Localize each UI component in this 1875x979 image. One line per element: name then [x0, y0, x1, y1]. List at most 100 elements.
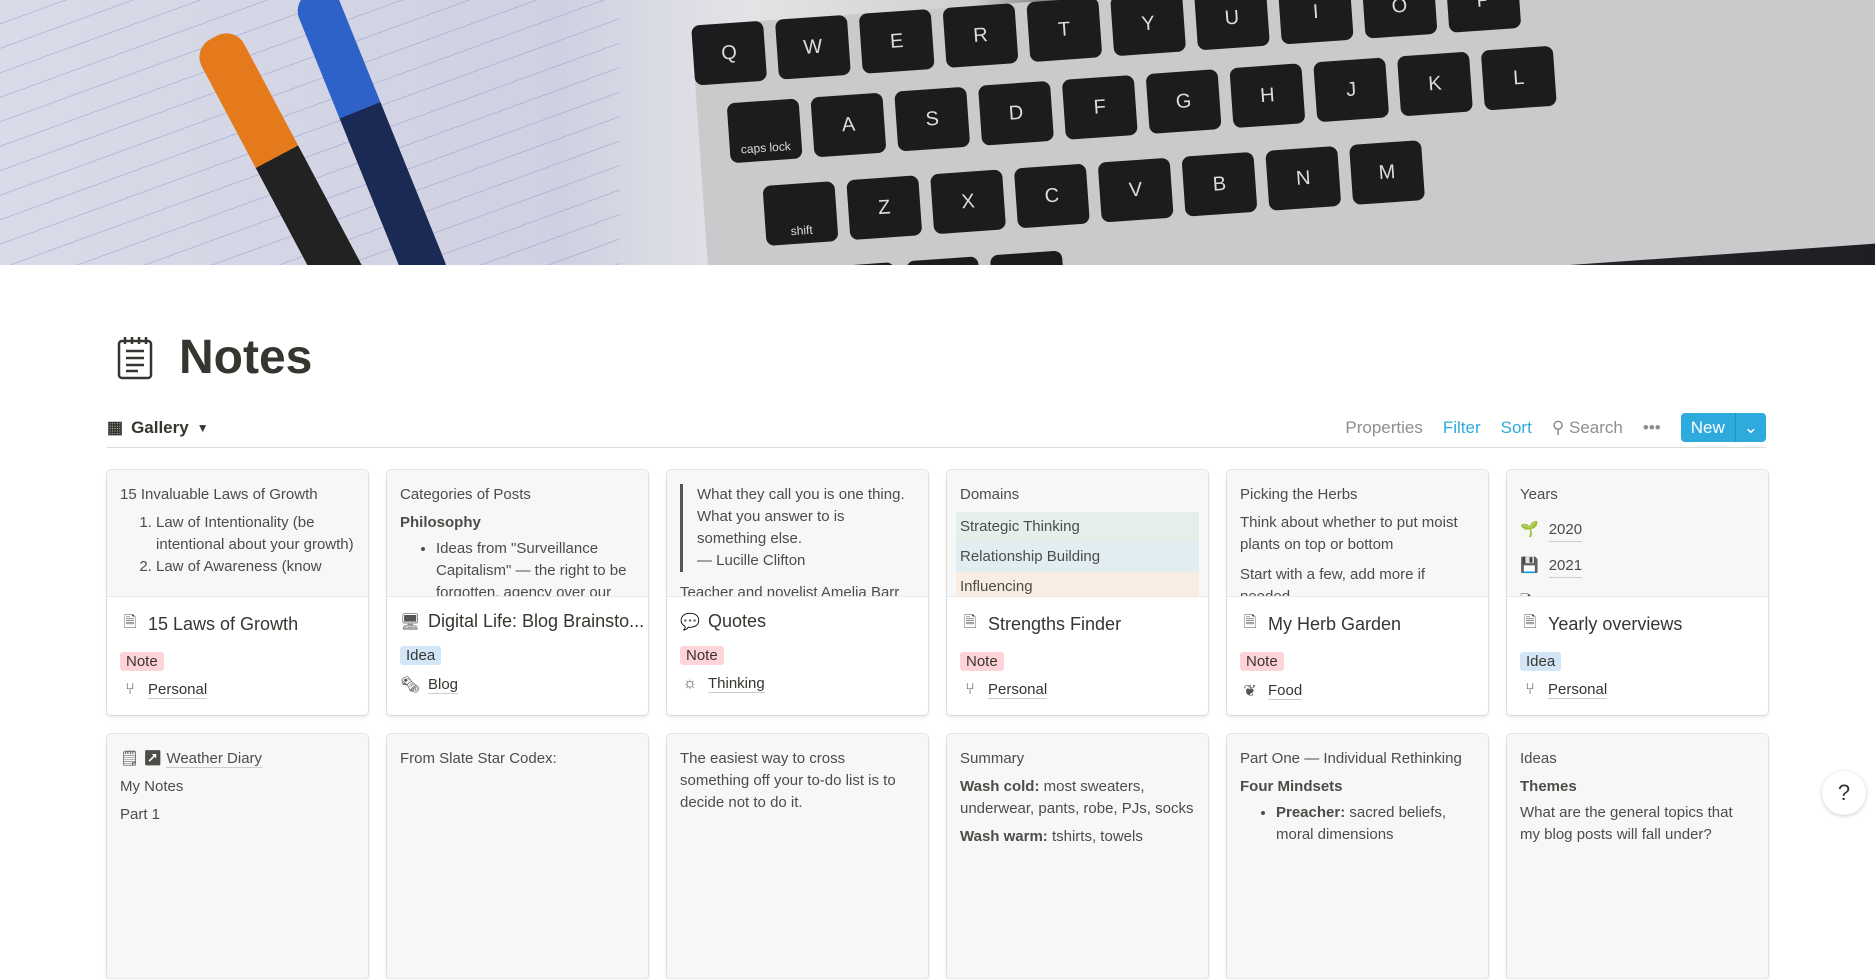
category-link[interactable]: Personal — [1548, 681, 1608, 699]
computer-icon: 🖥 — [400, 613, 421, 631]
notepad-icon: 🗒 — [120, 750, 140, 767]
filter-button[interactable]: Filter — [1443, 418, 1481, 438]
new-button-group: New ⌄ — [1680, 413, 1766, 442]
page-icon: 🗎 — [123, 614, 137, 631]
bold-text: Preacher: — [1276, 804, 1346, 821]
link-label: Weather Diary — [166, 750, 263, 768]
gallery-card[interactable]: Domains Strategic Thinking Relationship Bu… — [947, 470, 1208, 715]
preview-line: Summary — [960, 750, 1025, 767]
view-switcher[interactable]: ▦ Gallery ▼ — [107, 418, 209, 438]
preview-row: Influencing — [956, 572, 1199, 596]
share-icon: ⑂ — [965, 681, 975, 698]
preview-heading: Picking the Herbs — [1240, 486, 1358, 503]
preview-list-item: Law of Awareness (know — [156, 556, 355, 578]
year-icon: 💾 — [1520, 557, 1539, 574]
gallery-card[interactable]: Ideas Themes What are the general topics t… — [1507, 734, 1768, 979]
preview-subheading: Four Mindsets — [1240, 778, 1343, 795]
preview-text: What are the general topics that my blog… — [1520, 804, 1733, 843]
gallery-card[interactable]: Years 🌱 2020 💾 2021 🗋2022 🗎 Yearly overviews I… — [1507, 470, 1768, 715]
preview-line: Ideas — [1520, 750, 1557, 767]
key: caps lock — [726, 98, 803, 164]
type-tag: Note — [1240, 652, 1284, 671]
view-label: Gallery — [131, 417, 189, 437]
gallery-card[interactable]: Summary Wash cold: most sweaters, underwe… — [947, 734, 1208, 979]
preview-line: Part One — Individual Rethinking — [1240, 750, 1462, 767]
preview-heading: Categories of Posts — [400, 486, 531, 503]
card-preview: Domains Strategic Thinking Relationship Bu… — [947, 470, 1208, 597]
key: I — [1277, 0, 1354, 45]
gallery-grid: 15 Invaluable Laws of Growth Law of Inten… — [107, 470, 1768, 979]
key: shift — [762, 181, 839, 246]
speech-bubble-icon: 💬 — [680, 613, 700, 631]
card-preview: Picking the Herbs Think about whether to … — [1227, 470, 1488, 597]
gallery-card[interactable]: 🗒 ↗ Weather Diary My Notes Part 1 — [107, 734, 368, 979]
key: control — [822, 262, 899, 265]
page-title: Notes — [179, 331, 313, 384]
herb-icon: ❦ — [1243, 683, 1257, 700]
category-link[interactable]: Personal — [988, 681, 1048, 699]
preview-subheading: Philosophy — [400, 514, 481, 531]
preview-line: My Notes — [120, 778, 184, 795]
card-preview: Categories of Posts Philosophy Ideas from … — [387, 470, 648, 597]
sort-button[interactable]: Sort — [1501, 418, 1532, 438]
properties-button[interactable]: Properties — [1345, 418, 1422, 438]
page-icon: 🗎 — [963, 614, 977, 631]
key: Y — [1110, 0, 1187, 57]
year-label: 2020 — [1548, 519, 1583, 542]
key: R — [942, 3, 1019, 68]
key: M — [1349, 140, 1426, 205]
more-button[interactable]: ••• — [1643, 418, 1661, 438]
key: F — [1061, 74, 1138, 140]
preview-heading: Domains — [960, 486, 1020, 503]
notepad-icon — [117, 336, 153, 379]
category-link[interactable]: Food — [1268, 682, 1303, 700]
preview-line: Part 1 — [120, 806, 161, 823]
preview-bullet: Ideas from "Surveillance Capitalism" — t… — [436, 538, 635, 596]
gallery-icon: ▦ — [107, 417, 124, 437]
key: A — [810, 92, 887, 158]
gallery-card[interactable]: Part One — Individual Rethinking Four Min… — [1227, 734, 1488, 979]
gallery-card[interactable]: What they call you is one thing. What yo… — [667, 470, 928, 715]
year-link[interactable]: 🌱 2020 — [1520, 512, 1755, 548]
new-dropdown-chevron-icon[interactable]: ⌄ — [1734, 413, 1766, 442]
card-preview: Ideas Themes What are the general topics t… — [1507, 734, 1768, 979]
card-preview: 🗒 ↗ Weather Diary My Notes Part 1 — [107, 734, 368, 979]
gallery-card[interactable]: From Slate Star Codex: — [387, 734, 648, 979]
preview-paragraph: Start with a few, add more if needed — [1240, 566, 1426, 597]
type-tag: Idea — [400, 646, 442, 665]
keyboard: QWERTYUIOPcaps lockASDFGHJKLshiftZXCVBNM… — [691, 0, 1875, 265]
new-button[interactable]: New — [1681, 413, 1735, 442]
key: O — [1361, 0, 1438, 39]
category-link[interactable]: Thinking — [708, 675, 765, 693]
category-link[interactable]: Blog — [428, 676, 459, 694]
key: H — [1229, 63, 1306, 129]
database-toolbar: ▦ Gallery ▼ Properties Filter Sort ⚲ Sea… — [107, 408, 1766, 448]
category-link[interactable]: Personal — [148, 681, 208, 699]
gallery-card[interactable]: 15 Invaluable Laws of Growth Law of Inten… — [107, 470, 368, 715]
gallery-card[interactable]: Picking the Herbs Think about whether to … — [1227, 470, 1488, 715]
help-button[interactable]: ? — [1822, 771, 1866, 815]
preview-text: tshirts, towels — [1047, 828, 1143, 845]
lightbulb-icon: ☼ — [682, 675, 698, 692]
key: E — [858, 8, 935, 74]
type-tag: Idea — [1520, 652, 1562, 671]
key: S — [894, 86, 971, 152]
card-preview: What they call you is one thing. What yo… — [667, 470, 928, 597]
year-link[interactable]: 🗋2022 — [1520, 584, 1755, 597]
card-preview: Part One — Individual Rethinking Four Min… — [1227, 734, 1488, 979]
key: B — [1181, 151, 1258, 217]
key: command — [989, 250, 1066, 265]
key: C — [1013, 163, 1090, 229]
key: option — [906, 256, 983, 265]
cover-image: QWERTYUIOPcaps lockASDFGHJKLshiftZXCVBNM… — [0, 0, 1875, 265]
type-tag: Note — [960, 652, 1004, 671]
preview-list-item: Law of Intentionality (be intentional ab… — [156, 512, 355, 556]
page-icon: 🗎 — [1523, 614, 1537, 631]
gallery-card[interactable]: The easiest way to cross something off y… — [667, 734, 928, 979]
year-link[interactable]: 💾 2021 — [1520, 548, 1755, 584]
search-button[interactable]: ⚲ Search — [1552, 418, 1623, 438]
gallery-card[interactable]: Categories of Posts Philosophy Ideas from … — [387, 470, 648, 715]
weather-diary-link[interactable]: 🗒 ↗ Weather Diary — [120, 748, 355, 770]
share-icon: ⑂ — [125, 681, 135, 698]
card-preview: The easiest way to cross something off y… — [667, 734, 928, 979]
